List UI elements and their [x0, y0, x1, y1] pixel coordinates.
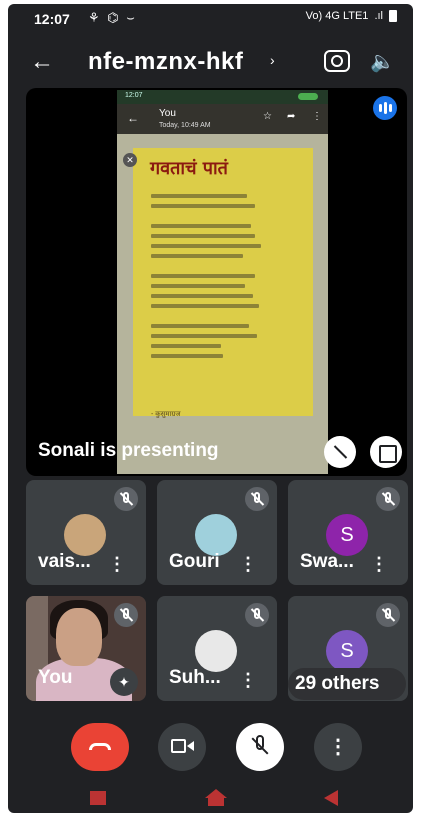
signal-icon: .ıl [374, 10, 383, 22]
self-tile[interactable]: You ✦ [26, 596, 146, 701]
participant-tile[interactable]: Suh... ⋮ [157, 596, 277, 701]
poem-line [151, 204, 255, 208]
poem-signature: - कुसुमाग्रज [151, 411, 181, 418]
network-icon: Vo) 4G LTE1 [305, 10, 369, 22]
notification-icons: ⚘ ⌬ ⌣ [88, 10, 137, 25]
back-icon[interactable] [324, 790, 338, 806]
mic-off-icon [114, 487, 138, 511]
shared-date: Today, 10:49 AM [159, 122, 211, 129]
participant-name: You [38, 667, 73, 688]
poem-line [151, 194, 247, 198]
mic-off-icon [245, 487, 269, 511]
status-time: 12:07 [34, 11, 70, 27]
recents-icon[interactable] [90, 791, 106, 805]
more-options-icon[interactable]: ⋮ [239, 670, 257, 691]
star-icon: ☆ [263, 111, 272, 122]
shared-screen: 12:07 ← You Today, 10:49 AM ☆ ➦ ⋮ ✕ गवता… [117, 90, 328, 474]
poem-image: ✕ गवताचं पातं - कुसुमाग्रज [123, 148, 313, 418]
mic-off-icon [114, 603, 138, 627]
others-count: 29 others [295, 673, 380, 694]
presenter-label: Sonali is presenting [38, 440, 219, 461]
poem-line [151, 334, 257, 338]
more-options-icon[interactable]: ⋮ [239, 554, 257, 575]
unpin-icon[interactable] [324, 436, 356, 468]
poem-line [151, 274, 255, 278]
shared-status-bar: 12:07 [117, 90, 328, 104]
close-icon: ✕ [123, 153, 137, 167]
avatar: S [326, 514, 368, 556]
shared-chat-header: ← You Today, 10:49 AM ☆ ➦ ⋮ [117, 104, 328, 134]
poem-line [151, 324, 249, 328]
poem-line [151, 224, 251, 228]
poem-line [151, 354, 223, 358]
battery-icon [389, 10, 397, 22]
poem-line [151, 284, 245, 288]
audio-level-icon [373, 96, 397, 120]
camera-toggle-button[interactable] [158, 723, 206, 771]
avatar [64, 514, 106, 556]
participant-name: Suh... [169, 667, 221, 688]
switch-camera-icon[interactable] [324, 50, 350, 72]
phone-screen: 12:07 ⚘ ⌬ ⌣ Vo) 4G LTE1 .ıl ← nfe-mznx-h… [8, 4, 413, 813]
battery-pill [298, 93, 318, 100]
poem-line [151, 294, 253, 298]
poem-line [151, 254, 243, 258]
status-right: Vo) 4G LTE1 .ıl [306, 10, 397, 22]
avatar: S [326, 630, 368, 672]
back-arrow-icon[interactable]: ← [30, 48, 54, 76]
more-options-icon[interactable]: ⋮ [370, 554, 388, 575]
mic-off-icon [376, 487, 400, 511]
participant-name: Swa... [300, 551, 354, 572]
forward-icon: ➦ [287, 111, 296, 122]
fullscreen-icon[interactable] [370, 436, 402, 468]
poem-line [151, 244, 261, 248]
avatar [195, 514, 237, 556]
meeting-code[interactable]: nfe-mznx-hkf [88, 48, 243, 76]
shared-sender: You [159, 108, 176, 119]
poem-line [151, 344, 221, 348]
avatar [195, 630, 237, 672]
poem-line [151, 234, 255, 238]
menu-icon: ⋮ [312, 111, 322, 122]
mic-toggle-button[interactable] [236, 723, 284, 771]
more-options-icon[interactable]: ⋮ [108, 554, 126, 575]
shared-time: 12:07 [125, 92, 143, 99]
home-icon[interactable] [205, 789, 227, 806]
effects-icon[interactable]: ✦ [110, 668, 138, 696]
poem-line [151, 304, 259, 308]
participant-name: Gouri [169, 551, 220, 572]
others-count-badge[interactable]: 29 others [288, 668, 406, 700]
presentation-tile[interactable]: 12:07 ← You Today, 10:49 AM ☆ ➦ ⋮ ✕ गवता… [26, 88, 407, 476]
participant-tile[interactable]: Gouri ⋮ [157, 480, 277, 585]
mic-off-icon [376, 603, 400, 627]
participant-tile[interactable]: S Swa... ⋮ [288, 480, 408, 585]
system-nav-bar [8, 783, 413, 813]
status-bar: 12:07 ⚘ ⌬ ⌣ Vo) 4G LTE1 .ıl [8, 4, 413, 32]
meeting-header: ← nfe-mznx-hkf › 🔈 [8, 38, 413, 86]
shared-back-icon: ← [127, 111, 139, 125]
more-options-button[interactable]: ⋮ [314, 723, 362, 771]
mic-off-icon [245, 603, 269, 627]
call-controls: ⋮ [8, 719, 413, 775]
poem-title: गवताचं पातं [150, 158, 228, 179]
participant-name: vais... [38, 551, 91, 572]
participant-tile[interactable]: vais... ⋮ [26, 480, 146, 585]
speaker-icon[interactable]: 🔈 [370, 49, 395, 74]
chevron-right-icon[interactable]: › [270, 52, 275, 68]
hang-up-button[interactable] [71, 723, 129, 771]
